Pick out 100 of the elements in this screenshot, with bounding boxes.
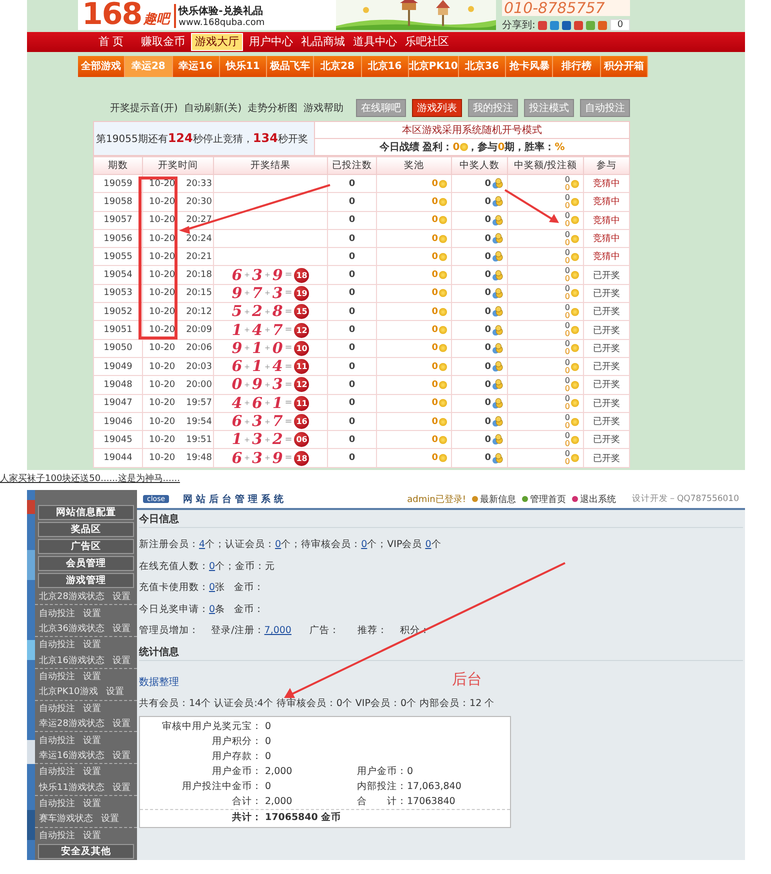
column-header: 期数 [94,156,142,174]
nav-tab[interactable]: 乐吧社区 [401,34,453,50]
sidebar-item[interactable]: 自动投注 [39,734,75,747]
count-link[interactable]: 0 [209,582,216,593]
settings-link[interactable]: 设置 [112,748,130,762]
table-cell: 19054 [94,266,142,284]
game-tab[interactable]: 北京16 [362,56,409,77]
caption-link[interactable]: 人家买袜子100块还送50......这是为神马...... [0,472,180,485]
settings-link[interactable]: 设置 [112,780,130,794]
winner-count: 0 [484,252,491,262]
sidebar-item[interactable]: 自动投注 [39,828,75,842]
sidebar-item[interactable]: 北京28游戏状态 [39,590,104,604]
settings-link[interactable]: 设置 [83,765,101,778]
count-link[interactable]: 0 [209,560,216,572]
game-tab[interactable]: 极品飞车 [267,56,314,77]
settings-link[interactable]: 设置 [83,606,101,620]
toolbar-button[interactable]: 投注模式 [524,98,574,116]
result-digit: 9 [232,284,242,302]
sidebar-item[interactable]: 北京16游戏状态 [39,654,104,667]
sidebar-item[interactable]: 北京36游戏状态 [39,622,104,635]
game-tab[interactable]: 排行榜 [553,56,601,77]
toolbar-button[interactable]: 游戏列表 [412,98,462,116]
bet-amount: 0 [564,184,570,192]
sidebar-item[interactable]: 自动投注 [39,765,75,778]
toolbar-link[interactable]: 游戏帮助 [304,100,344,114]
game-tab[interactable]: 幸运16 [172,56,220,77]
time-text: 20:06 [186,343,212,354]
data-link[interactable]: 数据整理 [139,674,179,688]
settings-link[interactable]: 设置 [112,654,130,667]
settings-link[interactable]: 设置 [83,638,101,652]
nav-tab[interactable]: 礼品商城 [297,34,349,50]
status-text: 已开奖 [593,326,620,336]
nav-tab[interactable]: 道具中心 [349,34,401,50]
bet-amount: 0 [564,348,570,356]
sidebar-item[interactable]: 自动投注 [39,797,75,810]
date-text: 10-20 [149,453,176,464]
sidebar-item[interactable]: 自动投注 [39,670,75,684]
game-tab[interactable]: 积分开箱 [600,56,648,77]
result-digit: 1 [232,431,242,448]
sidebar-section[interactable]: 广告区 [38,539,134,554]
bet-amount: 0 [564,458,570,466]
count-link[interactable]: 0 [425,539,432,550]
win-amount: 0 [564,267,570,276]
count-link[interactable]: 0 [275,539,282,550]
toolbar-button[interactable]: 在线聊吧 [356,98,406,116]
sidebar-section[interactable]: 游戏管理 [38,573,134,588]
nav-tab[interactable]: 用户中心 [245,34,297,50]
settings-link[interactable]: 设置 [83,797,101,810]
game-tab[interactable]: 抢卡风暴 [506,56,554,77]
settings-link[interactable]: 设置 [101,812,119,826]
sidebar-item[interactable]: 幸运28游戏状态 [39,717,104,730]
sum-ball: 19 [294,286,310,301]
settings-link[interactable]: 设置 [83,734,101,747]
toolbar-link[interactable]: 开奖提示音(开) [110,100,178,114]
settings-link[interactable]: 设置 [83,828,101,842]
coin-icon [439,308,447,316]
nav-tab[interactable]: 赚取金币 [137,34,189,50]
game-tab[interactable]: 快乐11 [220,56,268,77]
pool-amount: 0 [432,398,438,408]
result-digit: 1 [252,340,262,357]
count-link[interactable]: 4 [199,539,206,550]
result-digit: 4 [252,322,262,339]
count-link[interactable]: 0 [209,604,216,614]
sidebar-item[interactable]: 赛车游戏状态 [39,812,93,826]
header-link[interactable]: 管理首页 [522,492,566,506]
table-cell: 19049 [94,357,142,376]
sidebar-section[interactable]: 奖品区 [38,522,134,537]
settings-link[interactable]: 设置 [106,685,124,698]
toolbar-link[interactable]: 走势分析图 [248,100,298,114]
nav-tab[interactable]: 游戏大厅 [191,33,243,51]
game-tab[interactable]: 北京36 [458,56,506,77]
sidebar-item[interactable]: 幸运16游戏状态 [39,748,104,762]
settings-link[interactable]: 设置 [112,590,130,604]
nav-tab[interactable]: 首 页 [85,34,137,50]
section-title: 今日信息 [139,513,743,528]
header-link[interactable]: 退出系统 [572,492,616,506]
sidebar-item[interactable]: 自动投注 [39,702,75,715]
sidebar-section[interactable]: 网站信息配置 [38,505,134,520]
settings-link[interactable]: 设置 [83,670,101,684]
count-link[interactable]: 7,000 [264,625,292,636]
equals-sign: = [284,380,292,390]
toolbar-button[interactable]: 自动投注 [580,98,630,116]
sidebar-item[interactable]: 自动投注 [39,638,75,652]
sidebar-item[interactable]: 自动投注 [39,606,75,620]
settings-link[interactable]: 设置 [112,622,130,635]
settings-link[interactable]: 设置 [83,702,101,715]
bet-amount: 0 [564,366,570,375]
winner-count: 0 [484,178,491,189]
sidebar-item[interactable]: 快乐11游戏状态 [39,780,104,794]
sidebar-item[interactable]: 北京PK10游戏 [39,685,98,698]
header-link[interactable]: 最新信息 [472,492,516,506]
toolbar-button[interactable]: 我的投注 [468,98,518,116]
pool-amount: 0 [432,178,438,189]
sidebar-section[interactable]: 会员管理 [38,556,134,571]
game-tab[interactable]: 北京28 [314,56,362,77]
settings-link[interactable]: 设置 [112,717,130,730]
game-tab[interactable]: 北京PK10 [408,56,459,77]
toolbar-link[interactable]: 自动刷新(关) [184,100,242,114]
sidebar-section[interactable]: 安全及其他 [38,844,134,859]
count-link[interactable]: 0 [361,539,368,550]
